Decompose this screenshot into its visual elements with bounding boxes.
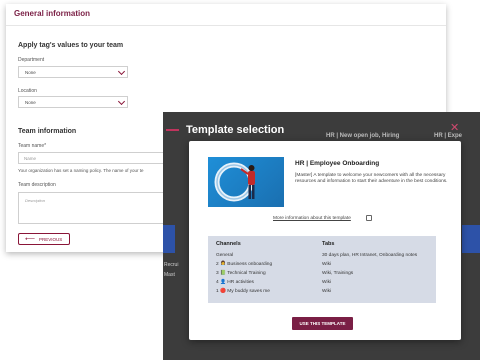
template-illustration xyxy=(208,157,284,207)
template-description: [Master] A template to welcome your newc… xyxy=(295,173,448,185)
location-label: Location xyxy=(18,88,37,94)
background-row-text: Recrui xyxy=(164,262,179,268)
tab-item: Wiki, Trainings xyxy=(322,271,354,276)
team-name-input[interactable]: Name xyxy=(18,152,168,164)
onboarding-illustration xyxy=(214,162,255,202)
modal-title: Template selection xyxy=(186,124,285,136)
tab-item: Wiki xyxy=(322,262,332,267)
close-icon[interactable]: ✕ xyxy=(450,121,459,134)
location-select[interactable]: None xyxy=(18,96,128,108)
location-value: None xyxy=(25,100,36,105)
external-link-icon[interactable] xyxy=(366,215,372,221)
background-card-title: HR | New open job, Hiring xyxy=(326,133,400,139)
tab-item: Wiki xyxy=(322,280,332,285)
form-header-title: General information xyxy=(6,4,446,26)
template-name: HR | Employee Onboarding xyxy=(295,160,380,167)
chevron-down-icon xyxy=(117,67,126,76)
previous-button[interactable]: ⟵ PREVIOUS xyxy=(18,233,70,245)
tab-item: Wiki xyxy=(322,289,332,294)
previous-button-label: PREVIOUS xyxy=(39,237,63,242)
channel-item: General xyxy=(216,253,234,258)
team-description-label: Team description xyxy=(18,182,56,188)
channels-header: Channels xyxy=(216,241,241,247)
tags-section-title: Apply tag's values to your team xyxy=(18,42,124,49)
channel-item: 1 🔴 My buddy saves me xyxy=(216,289,270,294)
template-selection-modal: HR | Employee Onboarding [Master] A temp… xyxy=(189,141,461,340)
chevron-down-icon xyxy=(117,97,126,106)
team-section-title: Team information xyxy=(18,128,77,135)
tab-item: 30 days plan, HR Intranet, Onboarding no… xyxy=(322,253,418,258)
channel-item: 4 👤 HR activities xyxy=(216,280,254,285)
team-description-field[interactable]: Description xyxy=(18,192,168,224)
title-accent xyxy=(166,129,179,131)
use-template-button[interactable]: USE THIS TEMPLATE xyxy=(292,317,353,330)
team-name-label: Team name* xyxy=(18,143,47,149)
channel-item: 2 👩‍💼 Business onboarding xyxy=(216,262,273,267)
tabs-header: Tabs xyxy=(322,241,335,247)
naming-policy-hint: Your organization has set a naming polic… xyxy=(18,168,144,173)
arrow-left-icon: ⟵ xyxy=(25,236,36,243)
more-info-link[interactable]: More information about this template xyxy=(273,216,351,221)
department-select[interactable]: None xyxy=(18,66,128,78)
template-contents-box: Channels Tabs General 2 👩‍💼 Business onb… xyxy=(208,236,436,303)
department-label: Department xyxy=(18,57,45,63)
background-card-band xyxy=(462,225,480,253)
background-row-text: Mast xyxy=(164,272,175,278)
channel-item: 3 📗 Technical Training xyxy=(216,271,266,276)
department-value: None xyxy=(25,70,36,75)
background-card-band xyxy=(163,225,175,253)
